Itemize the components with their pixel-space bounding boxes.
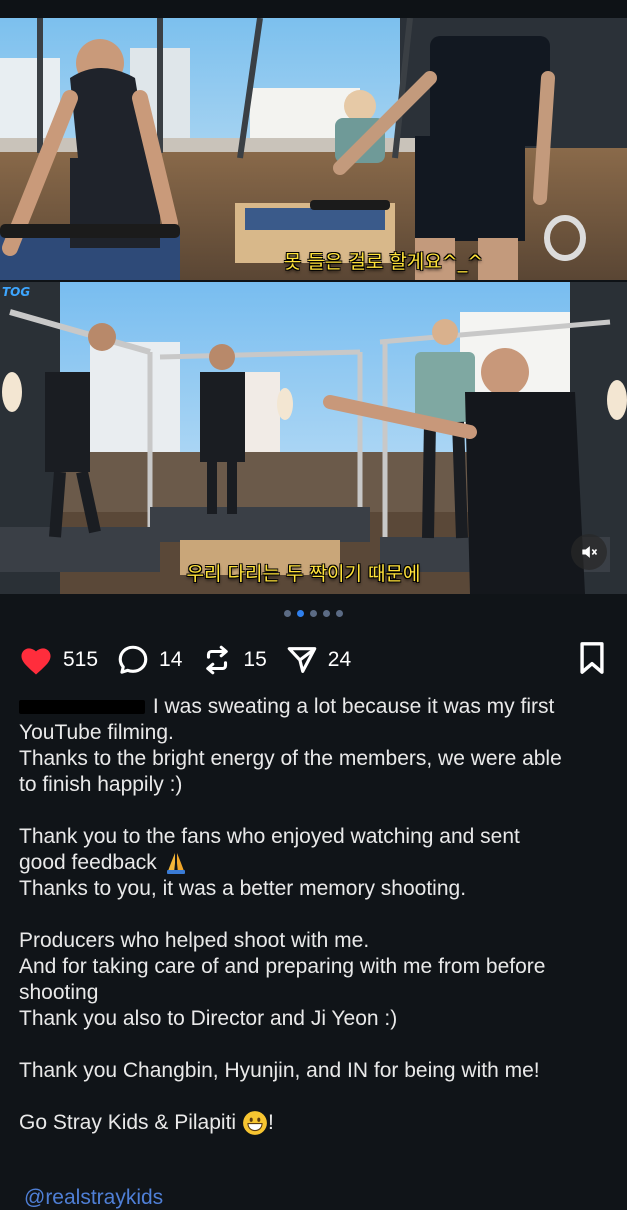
redacted-username — [19, 700, 145, 715]
caption-line: And for taking care of and preparing wit… — [19, 955, 546, 978]
carousel-indicator — [0, 610, 627, 617]
caption-line: Thanks to you, it was a better memory sh… — [19, 877, 467, 900]
bookmark-button[interactable] — [577, 641, 607, 680]
repost-button[interactable]: 15 — [200, 643, 267, 677]
caption-line: Thank you to the fans who enjoyed watchi… — [19, 825, 520, 848]
frame-corner-label: TOG — [2, 285, 30, 299]
caption-line: Thank you Changbin, Hyunjin, and IN for … — [19, 1059, 540, 1082]
send-icon — [287, 647, 317, 673]
folded-hands-emoji-icon — [166, 853, 185, 875]
carousel-dot-active[interactable] — [297, 610, 304, 617]
speech-bubble-icon — [118, 645, 148, 674]
heart-icon — [21, 648, 51, 675]
caption-line: Thank you also to Director and Ji Yeon :… — [19, 1007, 398, 1030]
share-count: 24 — [327, 648, 352, 671]
pilates-studio-scene-1 — [0, 18, 627, 280]
caption-line: I was sweating a lot because it was my f… — [19, 694, 607, 720]
carousel-dot[interactable] — [323, 610, 330, 617]
carousel-dot[interactable] — [284, 610, 291, 617]
like-button[interactable]: 515 — [18, 644, 98, 676]
carousel-dot[interactable] — [336, 610, 343, 617]
bookmark-icon — [580, 641, 604, 674]
caption-line: Go Stray Kids & Pilapiti ! — [19, 1110, 607, 1136]
video-frame-1: 못 들은 걸로 할게요^_^ — [0, 18, 627, 280]
caption-line: Thanks to the bright energy of the membe… — [19, 747, 562, 770]
repost-icon — [206, 645, 229, 675]
repost-count: 15 — [243, 648, 267, 671]
like-count: 515 — [63, 648, 99, 671]
speaker-muted-icon — [582, 546, 598, 558]
video-caption-2: 우리 다리는 두 짝이기 때문에 — [186, 563, 421, 585]
caption-line: to finish happily :) — [19, 773, 183, 796]
caption-line: Producers who helped shoot with me. — [19, 929, 370, 952]
caption-line: shooting — [19, 981, 99, 1004]
share-button[interactable]: 24 — [285, 643, 351, 677]
caption-line: YouTube filming. — [19, 721, 174, 744]
mention-link[interactable]: @realstraykids — [24, 1186, 163, 1210]
post-media-carousel[interactable]: 못 들은 걸로 할게요^_^ TOG 우리 다리는 두 짝이기 때문에 — [0, 0, 627, 594]
action-bar: 515 14 15 24 — [18, 640, 607, 680]
video-frame-2: TOG 우리 다리는 두 짝이기 때문에 — [0, 282, 627, 594]
video-caption-1: 못 들은 걸로 할게요^_^ — [283, 251, 484, 273]
comment-count: 14 — [159, 648, 183, 671]
caption-line: good feedback — [19, 850, 607, 876]
carousel-dot[interactable] — [310, 610, 317, 617]
comment-button[interactable]: 14 — [116, 643, 182, 677]
grinning-face-emoji-icon — [243, 1111, 267, 1136]
pilates-studio-scene-2: TOG — [0, 282, 627, 594]
post-caption: I was sweating a lot because it was my f… — [19, 694, 607, 1136]
mute-button[interactable] — [571, 534, 607, 570]
